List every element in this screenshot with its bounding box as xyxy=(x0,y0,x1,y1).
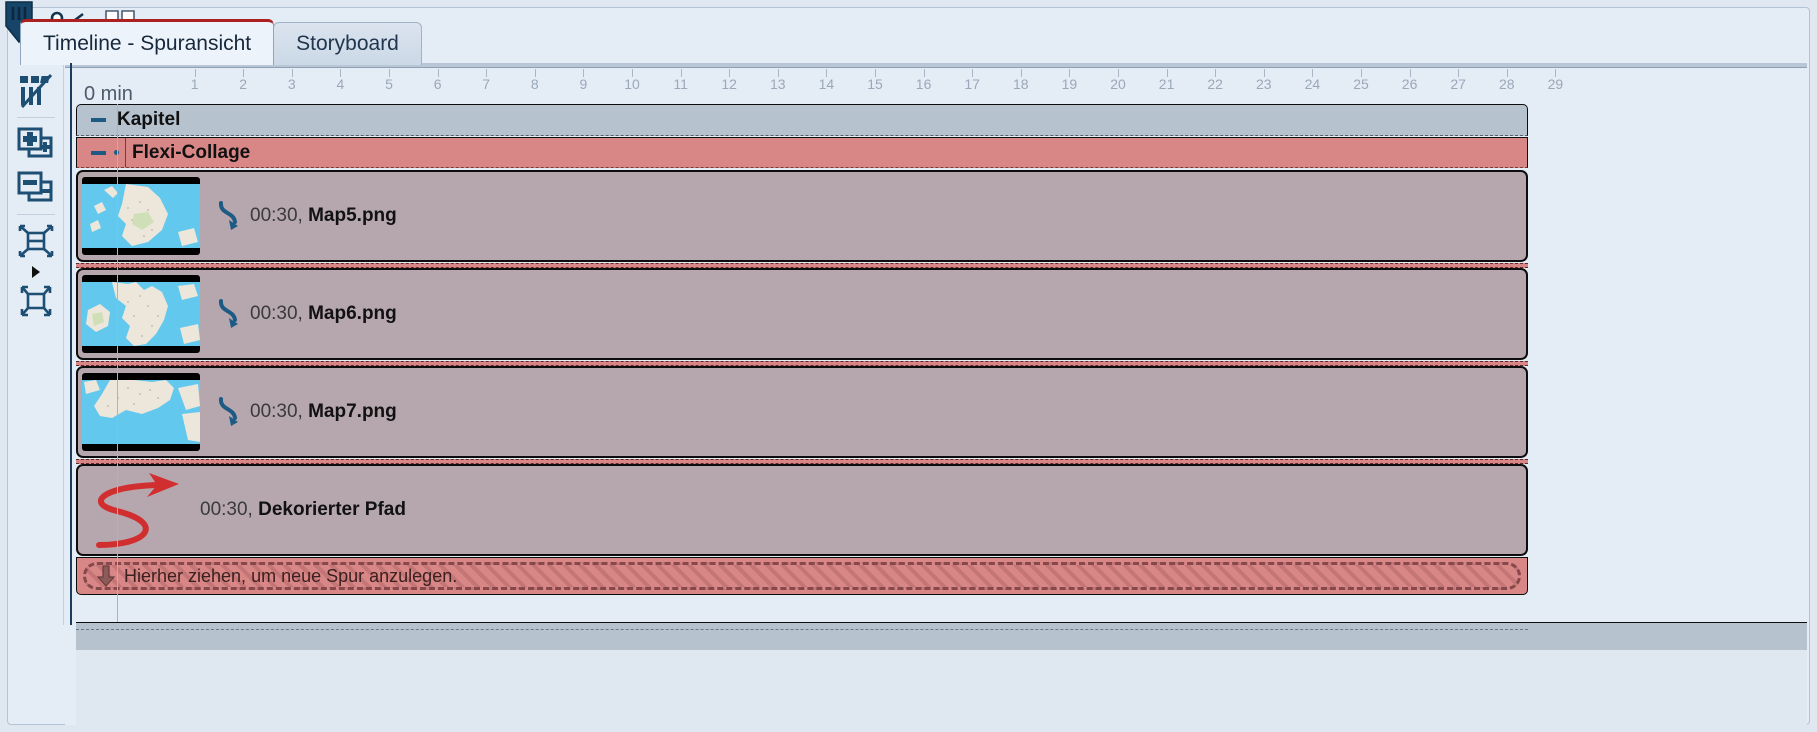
new-track-dropzone[interactable]: Hierher ziehen, um neue Spur anzulegen. xyxy=(76,557,1528,595)
chapter-label: Kapitel xyxy=(117,109,181,130)
collage-label: Flexi-Collage xyxy=(132,141,251,163)
ruler-tick-label: 27 xyxy=(1450,76,1466,92)
clip-duration: 00:30, xyxy=(250,401,303,422)
ruler-tick-label: 29 xyxy=(1547,76,1564,92)
clip-duration: 00:30, xyxy=(250,205,303,226)
ruler-tick-label: 19 xyxy=(1061,76,1078,92)
chapter-collapse-minus-icon[interactable] xyxy=(87,110,109,130)
ruler-tick-label: 6 xyxy=(433,76,442,92)
ruler-tick-label: 28 xyxy=(1499,76,1515,92)
toolbar-divider xyxy=(17,117,55,118)
ruler-tick-label: 16 xyxy=(915,76,932,92)
ruler-tick-label: 18 xyxy=(1013,76,1029,92)
ruler-zero-label: 0 min xyxy=(84,83,133,101)
clip-name: Map6.png xyxy=(308,303,397,324)
ruler-tick-label: 17 xyxy=(964,76,980,92)
ruler-tick-label: 13 xyxy=(770,76,786,92)
timeline-window: Timeline - Spuransicht Storyboard 1 2 3 … xyxy=(0,0,1817,732)
tab-bar: Timeline - Spuransicht Storyboard xyxy=(20,19,422,65)
dropzone-label: Hierher ziehen, um neue Spur anzulegen. xyxy=(124,565,458,586)
collage-collapse-minus-icon[interactable] xyxy=(87,143,109,163)
ruler-tick-label: 12 xyxy=(721,76,737,92)
ruler-tick-label: 7 xyxy=(482,76,491,92)
clip-row[interactable]: 00:30, Dekorierter Pfad xyxy=(76,464,1528,556)
clip-duration: 00:30, xyxy=(250,303,303,324)
left-gutter xyxy=(65,622,76,725)
down-arrow-icon xyxy=(94,564,118,588)
clip-caption: 00:30, Map6.png xyxy=(250,303,397,325)
bottom-strip xyxy=(76,650,1807,725)
toggle-waveform-icon[interactable] xyxy=(14,70,58,112)
tab-timeline-label: Timeline - Spuransicht xyxy=(43,31,252,55)
loop-arrow-icon xyxy=(214,296,250,332)
ruler-tick-label: 25 xyxy=(1353,76,1369,92)
track-bottom-band xyxy=(76,622,1807,650)
ruler-tick-label: 22 xyxy=(1207,76,1223,92)
collage-row[interactable]: Flexi-Collage xyxy=(76,137,1528,168)
loop-arrow-icon xyxy=(214,394,250,430)
tab-timeline[interactable]: Timeline - Spuransicht xyxy=(20,19,275,65)
clip-name: Map7.png xyxy=(308,401,397,422)
fit-selection-icon[interactable] xyxy=(14,220,58,262)
clip-caption: 00:30, Map5.png xyxy=(250,205,397,227)
expand-caret-icon[interactable] xyxy=(14,264,58,280)
bottom-band-divider xyxy=(76,629,1528,630)
ruler-tick-label: 24 xyxy=(1304,76,1321,92)
map-scotland-thumbnail xyxy=(82,177,200,255)
ruler-tick-label: 4 xyxy=(336,76,345,92)
ruler-tick-label: 26 xyxy=(1401,76,1418,92)
timeline-ruler[interactable]: 1 2 3 4 5 6 7 8 9 10 11 12 13 14 15 16 17 18 19 20 21 22 23 24 2… xyxy=(65,63,1807,101)
add-track-icon[interactable] xyxy=(14,123,58,165)
collage-divider xyxy=(125,138,126,167)
clip-row[interactable]: 00:30, Map5.png xyxy=(76,170,1528,262)
clip-caption: 00:30, Map7.png xyxy=(250,401,397,423)
ruler-tick-label: 20 xyxy=(1110,76,1126,92)
ruler-tick-label: 1 xyxy=(190,76,199,92)
fit-all-icon[interactable] xyxy=(14,280,58,322)
ruler-tick-label: 10 xyxy=(624,76,640,92)
map-britain-north-thumbnail xyxy=(82,275,200,353)
ruler-tick-label: 23 xyxy=(1256,76,1272,92)
clip-name: Map5.png xyxy=(308,205,397,226)
clip-name: Dekorierter Pfad xyxy=(258,499,406,520)
ruler-tick-label: 5 xyxy=(385,76,393,92)
tab-storyboard[interactable]: Storyboard xyxy=(273,22,422,65)
collage-dot-icon xyxy=(109,150,123,155)
clip-duration: 00:30, xyxy=(200,499,253,520)
track-area: Kapitel Flexi-Collage 00:30, Map5.png 00… xyxy=(76,104,1807,622)
ruler-tick-label: 21 xyxy=(1158,76,1175,92)
decorated-path-icon xyxy=(86,467,196,553)
chapter-row[interactable]: Kapitel xyxy=(76,104,1528,136)
toolbar-divider-2 xyxy=(17,214,55,215)
remove-track-icon[interactable] xyxy=(14,167,58,209)
ruler-tick-label: 15 xyxy=(867,76,883,92)
clip-caption: 00:30, Dekorierter Pfad xyxy=(200,499,406,521)
map-britain-south-thumbnail xyxy=(82,373,200,451)
clip-row[interactable]: 00:30, Map7.png xyxy=(76,366,1528,458)
dropzone-inner: Hierher ziehen, um neue Spur anzulegen. xyxy=(83,562,1521,590)
loop-arrow-icon xyxy=(214,198,250,234)
left-toolbar xyxy=(9,62,64,625)
playhead-line xyxy=(70,63,72,625)
ruler-tick-label: 8 xyxy=(530,76,539,92)
ruler-tick-label: 14 xyxy=(818,76,835,92)
clip-row[interactable]: 00:30, Map6.png xyxy=(76,268,1528,360)
ruler-tick-label: 2 xyxy=(239,76,248,92)
ruler-tick-label: 9 xyxy=(579,76,588,92)
ruler-tick-label: 3 xyxy=(287,76,296,92)
tab-storyboard-label: Storyboard xyxy=(296,32,399,55)
ruler-tick-label: 11 xyxy=(673,76,688,92)
